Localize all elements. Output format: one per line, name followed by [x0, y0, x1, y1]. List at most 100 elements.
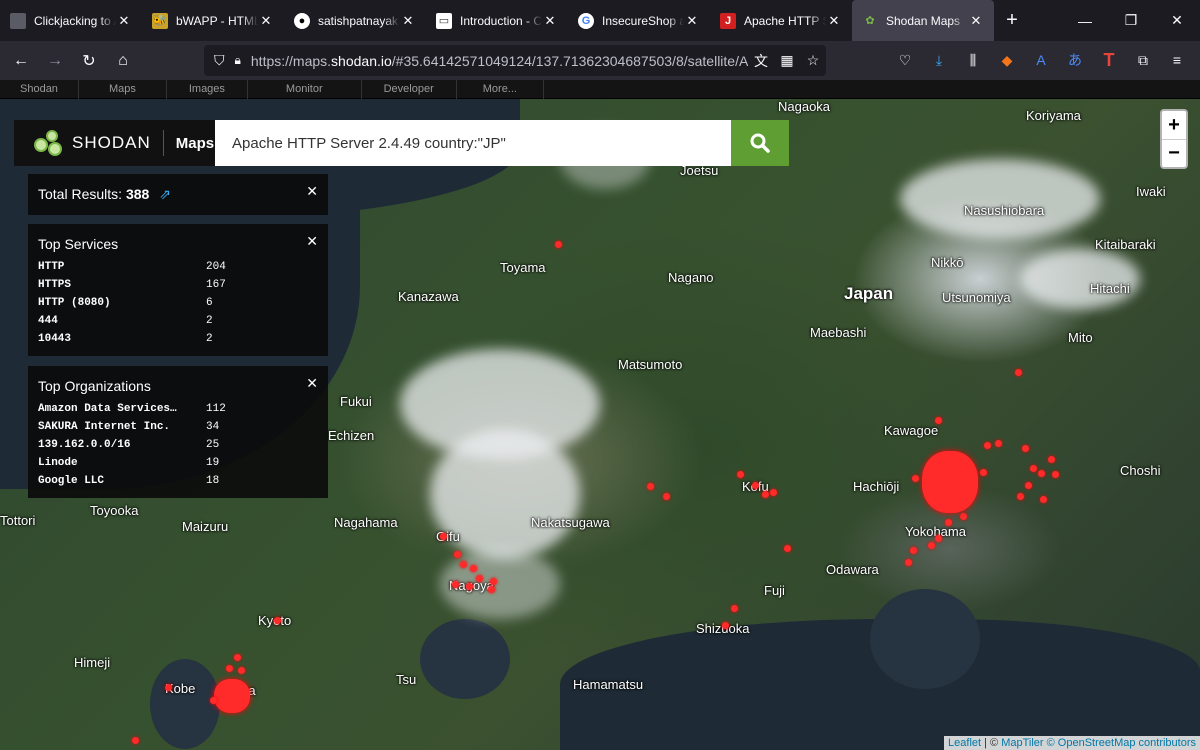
nav-shodan[interactable]: Shodan: [0, 79, 79, 99]
result-marker[interactable]: [1015, 369, 1022, 376]
result-marker[interactable]: [454, 551, 461, 558]
result-marker[interactable]: [995, 440, 1002, 447]
result-marker[interactable]: [722, 622, 729, 629]
extension-translate-icon[interactable]: A: [1024, 45, 1058, 75]
search-input[interactable]: [215, 120, 731, 166]
result-marker[interactable]: [440, 533, 447, 540]
result-marker[interactable]: [238, 667, 245, 674]
tab-shodan-maps[interactable]: ✿ Shodan Maps ✕: [852, 0, 994, 41]
close-tab-icon[interactable]: ✕: [968, 13, 984, 29]
result-marker[interactable]: [762, 491, 769, 498]
result-cluster-osaka[interactable]: [214, 679, 250, 713]
result-marker[interactable]: [274, 617, 281, 624]
tracking-shield-icon[interactable]: ⛉: [214, 52, 225, 69]
result-marker[interactable]: [1030, 465, 1037, 472]
download-icon[interactable]: ⤓: [922, 45, 956, 75]
osm-link[interactable]: © OpenStreetMap contributors: [1044, 737, 1196, 749]
nav-developer[interactable]: Developer: [362, 79, 457, 99]
result-marker[interactable]: [165, 684, 172, 691]
result-marker[interactable]: [476, 575, 483, 582]
result-marker[interactable]: [1025, 482, 1032, 489]
result-marker[interactable]: [752, 482, 759, 489]
close-tab-icon[interactable]: ✕: [542, 13, 558, 29]
close-icon[interactable]: ✕: [306, 183, 318, 200]
result-marker[interactable]: [737, 471, 744, 478]
nav-images[interactable]: Images: [167, 79, 248, 99]
result-marker[interactable]: [555, 241, 562, 248]
close-tab-icon[interactable]: ✕: [116, 13, 132, 29]
zoom-in-button[interactable]: +: [1162, 111, 1186, 139]
reload-icon[interactable]: ↻: [72, 46, 106, 76]
tab-insecureshop[interactable]: G InsecureShop and ✕: [568, 0, 710, 41]
tab-github[interactable]: ● satishpatnayak · G ✕: [284, 0, 426, 41]
result-marker[interactable]: [1040, 496, 1047, 503]
result-marker[interactable]: [663, 493, 670, 500]
minimize-icon[interactable]: —: [1062, 0, 1108, 41]
translate-icon[interactable]: 文: [748, 51, 774, 71]
back-icon[interactable]: ←: [4, 46, 38, 76]
close-tab-icon[interactable]: ✕: [684, 13, 700, 29]
nav-maps[interactable]: Maps: [79, 79, 167, 99]
extension-translate-alt-icon[interactable]: あ: [1058, 45, 1092, 75]
result-marker[interactable]: [210, 697, 217, 704]
result-marker[interactable]: [731, 605, 738, 612]
close-tab-icon[interactable]: ✕: [826, 13, 842, 29]
tab-clickjacking[interactable]: Clickjacking to Ac ✕: [0, 0, 142, 41]
forward-icon[interactable]: →: [38, 46, 72, 76]
external-link-icon[interactable]: ⇗: [159, 186, 171, 202]
nav-monitor[interactable]: Monitor: [248, 79, 362, 99]
url-text[interactable]: https://maps.shodan.io/#35.6414257104912…: [251, 53, 748, 69]
maptiler-link[interactable]: MapTiler: [1001, 737, 1043, 749]
extensions-icon[interactable]: ⧉: [1126, 45, 1160, 75]
shodan-maps-brand[interactable]: SHODAN Maps: [14, 120, 215, 166]
result-marker[interactable]: [1048, 456, 1055, 463]
result-marker[interactable]: [460, 561, 467, 568]
pocket-icon[interactable]: ♡: [888, 45, 922, 75]
result-marker[interactable]: [1017, 493, 1024, 500]
result-marker[interactable]: [452, 581, 459, 588]
result-marker[interactable]: [488, 586, 495, 593]
result-marker[interactable]: [912, 475, 919, 482]
result-marker[interactable]: [226, 665, 233, 672]
result-marker[interactable]: [234, 654, 241, 661]
close-icon[interactable]: ✕: [306, 233, 318, 250]
result-marker[interactable]: [935, 417, 942, 424]
result-marker[interactable]: [132, 737, 139, 744]
result-marker[interactable]: [490, 578, 497, 585]
zoom-out-button[interactable]: −: [1162, 139, 1186, 167]
tab-bwapp[interactable]: 🐝 bWAPP - HTML In ✕: [142, 0, 284, 41]
close-window-icon[interactable]: ✕: [1154, 0, 1200, 41]
close-tab-icon[interactable]: ✕: [258, 13, 274, 29]
result-marker[interactable]: [935, 535, 942, 542]
qr-code-icon[interactable]: ▦: [774, 52, 800, 69]
result-marker[interactable]: [466, 583, 473, 590]
result-marker[interactable]: [928, 542, 935, 549]
result-marker[interactable]: [784, 545, 791, 552]
tab-apache[interactable]: J Apache HTTP Ser ✕: [710, 0, 852, 41]
new-tab-button[interactable]: +: [994, 0, 1030, 41]
result-marker[interactable]: [905, 559, 912, 566]
extension-fox-icon[interactable]: ◆: [990, 45, 1024, 75]
result-marker[interactable]: [960, 513, 967, 520]
close-tab-icon[interactable]: ✕: [400, 13, 416, 29]
tab-introduction[interactable]: ▭ Introduction - Cha ✕: [426, 0, 568, 41]
restore-icon[interactable]: ❐: [1108, 0, 1154, 41]
result-marker[interactable]: [1038, 470, 1045, 477]
result-marker[interactable]: [647, 483, 654, 490]
result-marker[interactable]: [470, 565, 477, 572]
result-marker[interactable]: [1052, 471, 1059, 478]
result-marker[interactable]: [984, 442, 991, 449]
result-marker[interactable]: [1022, 445, 1029, 452]
library-icon[interactable]: ⫼: [956, 45, 990, 75]
lock-icon[interactable]: 🔒︎: [235, 53, 241, 68]
result-cluster-tokyo[interactable]: [922, 451, 978, 513]
menu-icon[interactable]: ≡: [1160, 45, 1194, 75]
leaflet-link[interactable]: Leaflet: [948, 737, 981, 749]
nav-more[interactable]: More...: [457, 79, 544, 99]
home-icon[interactable]: ⌂: [106, 46, 140, 76]
result-marker[interactable]: [910, 547, 917, 554]
search-button[interactable]: [731, 120, 789, 166]
close-icon[interactable]: ✕: [306, 375, 318, 392]
bookmark-star-icon[interactable]: ☆: [800, 52, 826, 69]
result-marker[interactable]: [945, 519, 952, 526]
